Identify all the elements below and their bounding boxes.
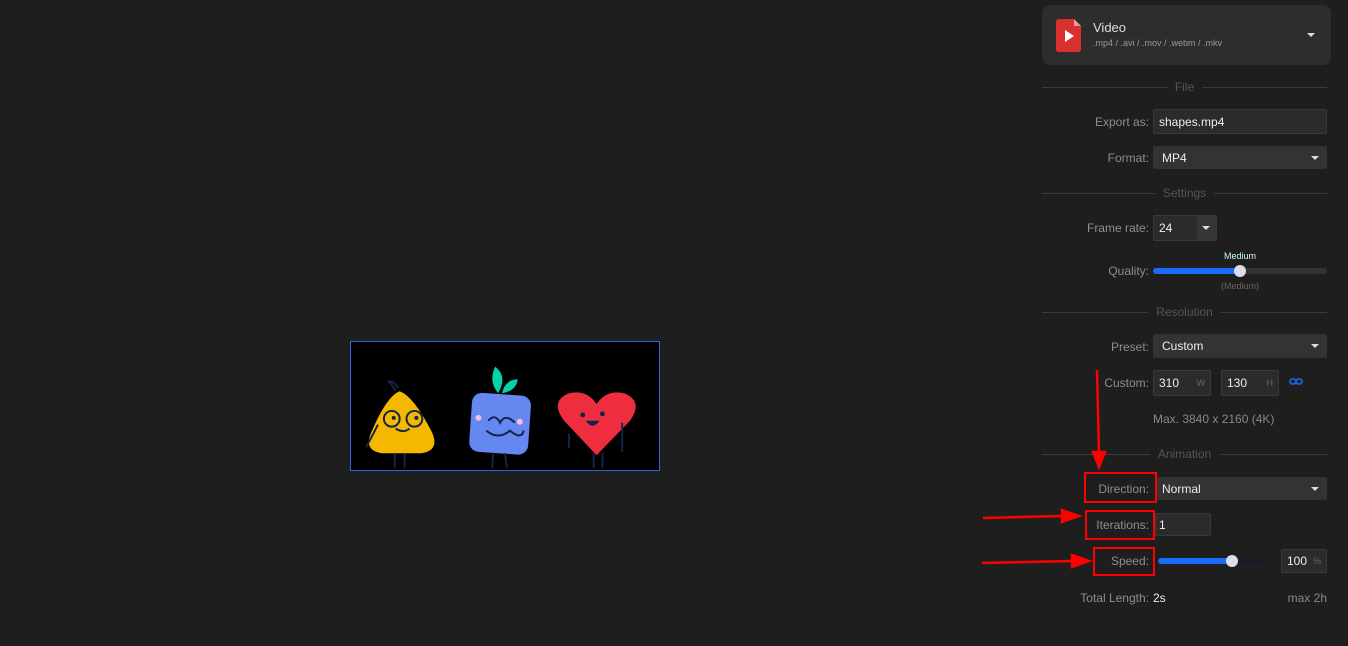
annotation-arrows: [981, 369, 1107, 569]
